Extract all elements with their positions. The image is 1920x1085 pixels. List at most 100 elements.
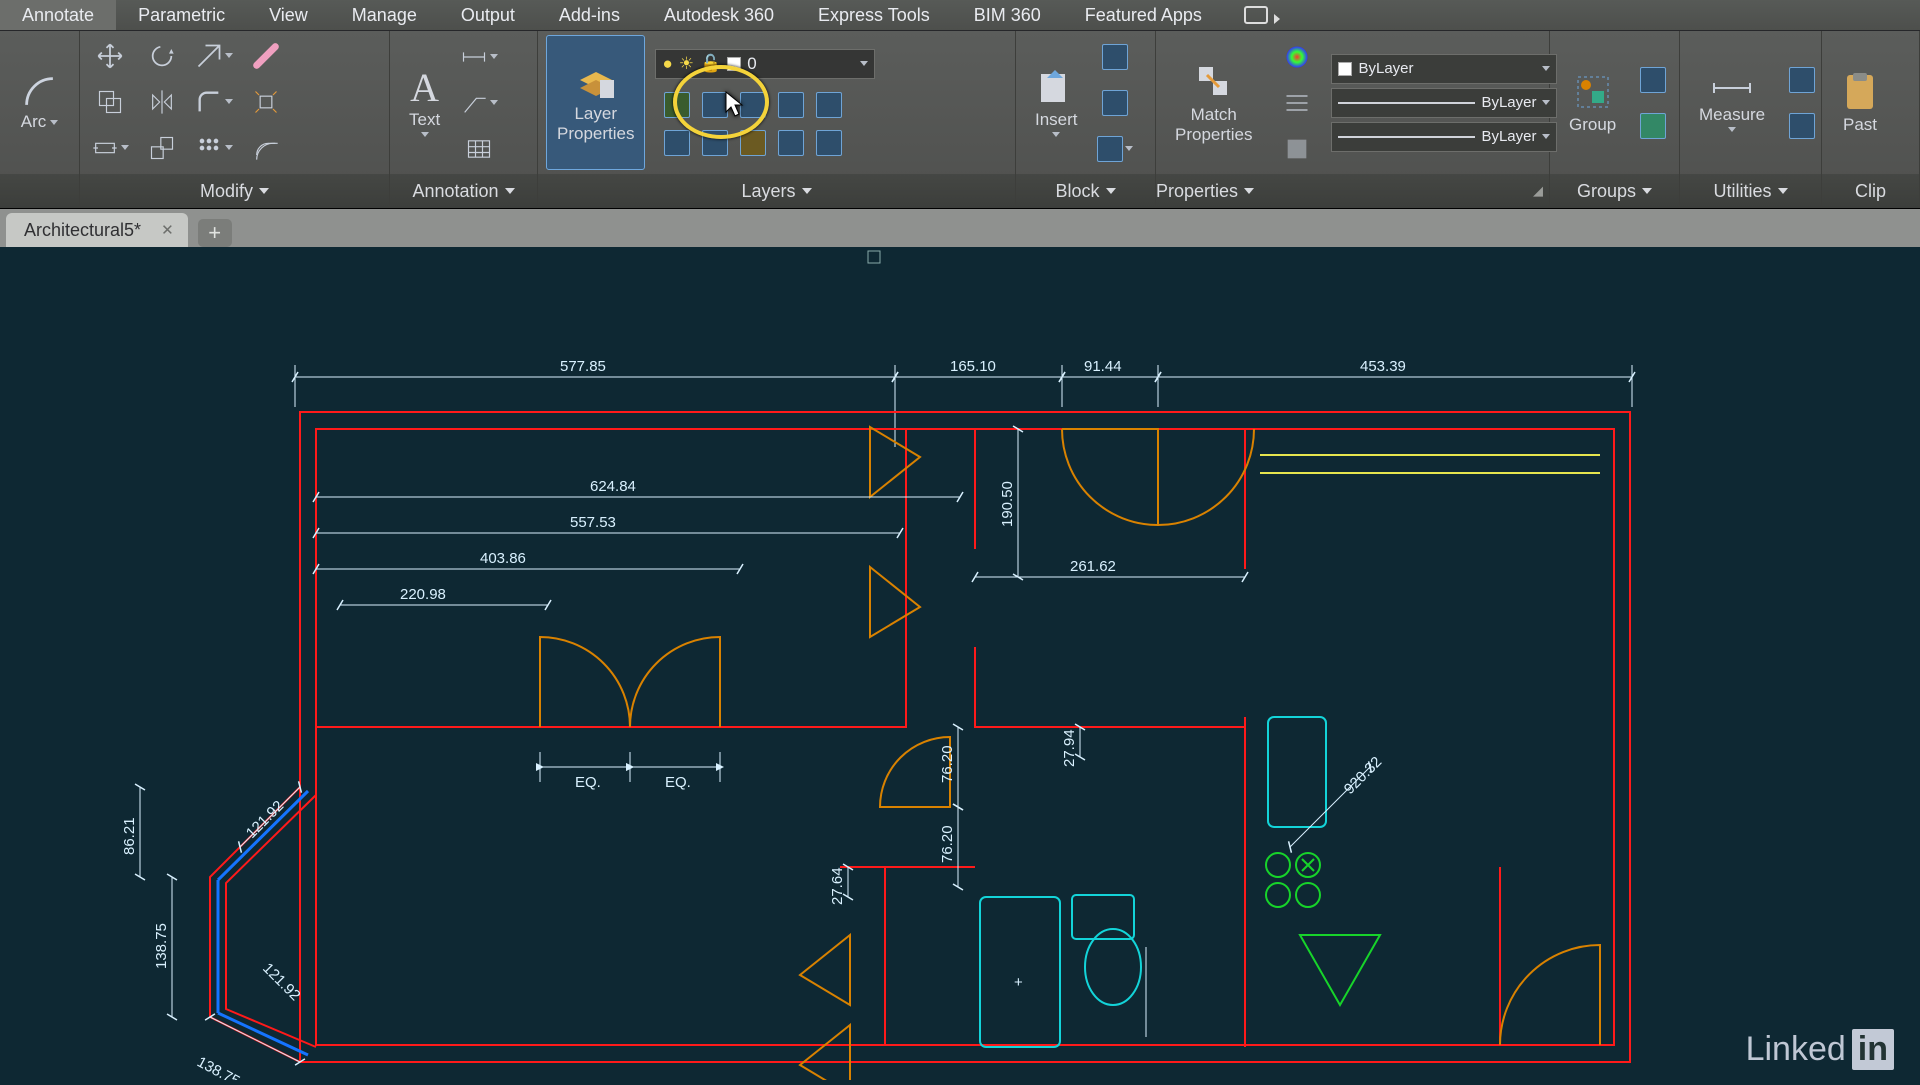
watermark: Linked in [1746,1029,1894,1070]
color-control-icon[interactable] [1275,37,1319,77]
screencast-icon[interactable] [1244,6,1268,24]
dim-577: 577.85 [560,358,606,375]
match-label: Match Properties [1175,105,1252,145]
dim-eq2: EQ. [665,774,691,791]
offset-icon[interactable] [244,128,288,168]
dim-eq1: EQ. [575,774,601,791]
text-button[interactable]: A Text [398,35,451,170]
tab-express[interactable]: Express Tools [796,0,952,30]
leader-icon[interactable] [457,83,501,123]
document-tab[interactable]: Architectural5* ✕ [6,213,188,247]
dim-557: 557.53 [570,514,616,531]
dim-138b: 138.75 [194,1054,243,1080]
dim-121b: 121.92 [259,960,303,1004]
dim-920: 920.32 [1341,753,1385,797]
group-button[interactable]: Group [1558,35,1627,170]
tab-featured[interactable]: Featured Apps [1063,0,1224,30]
transparency-icon[interactable] [1275,129,1319,169]
tub-drain-icon: + [1014,974,1023,991]
dim-138a: 138.75 [153,923,170,969]
panel-modify-title[interactable]: Modify [200,181,253,202]
tab-annotate[interactable]: Annotate [0,0,116,30]
tab-a360[interactable]: Autodesk 360 [642,0,796,30]
dim-453: 453.39 [1360,358,1406,375]
new-tab-button[interactable]: + [198,219,232,247]
panel-groups-title[interactable]: Groups [1577,181,1636,202]
text-label: Text [409,110,440,130]
arc-button[interactable]: Arc [10,35,70,170]
fillet-icon[interactable] [192,82,236,122]
watermark-badge: in [1852,1029,1894,1070]
paste-button[interactable]: Past [1830,35,1890,170]
panel-util-title[interactable]: Utilities [1713,181,1771,202]
dim-220: 220.98 [400,586,446,603]
panel-block: Insert Block [1016,31,1156,208]
panel-clip-title[interactable]: Clip [1855,181,1886,202]
dim-403: 403.86 [480,550,526,567]
bulb-icon: ● [662,54,672,74]
group-label: Group [1569,115,1616,135]
array-icon[interactable] [192,128,236,168]
highlight-ring [673,65,769,139]
layerprops-label: Layer Properties [557,104,634,144]
close-icon[interactable]: ✕ [161,221,174,239]
paste-label: Past [1843,115,1877,135]
layer-properties-button[interactable]: Layer Properties [546,35,645,170]
dimension-icon[interactable] [457,37,501,77]
move-icon[interactable] [88,36,132,76]
ungroup-icon[interactable] [1631,60,1675,100]
panel-clipboard: Past Clip [1822,31,1920,208]
explode-icon[interactable] [244,82,288,122]
tab-bim360[interactable]: BIM 360 [952,0,1063,30]
insert-button[interactable]: Insert [1024,35,1089,170]
quick-calc-icon[interactable] [1780,106,1824,146]
tab-parametric[interactable]: Parametric [116,0,247,30]
document-tab-row: Architectural5* ✕ + [0,209,1920,247]
tab-view[interactable]: View [247,0,330,30]
panel-layers-title[interactable]: Layers [741,181,795,202]
table-icon[interactable] [457,129,501,169]
measure-label: Measure [1699,105,1765,125]
stretch-icon[interactable] [88,128,132,168]
tab-output[interactable]: Output [439,0,537,30]
lineweight-dropdown[interactable]: ByLayer [1331,88,1557,118]
tab-manage[interactable]: Manage [330,0,439,30]
panel-annotation: A Text Annotation [390,31,538,208]
match-properties-button[interactable]: Match Properties [1164,35,1263,170]
measure-button[interactable]: Measure [1688,35,1776,170]
dim-86: 86.21 [121,817,138,855]
group-edit-icon[interactable] [1631,106,1675,146]
panel-layers: Layer Properties ● ☀ 🔓 0 [538,31,1016,208]
panel-annot-title[interactable]: Annotation [412,181,498,202]
tab-addins[interactable]: Add-ins [537,0,642,30]
lw-bylayer: ByLayer [1481,94,1536,111]
layer-states-icon[interactable] [807,123,851,163]
lineweight-icon[interactable] [1275,83,1319,123]
drawing-canvas[interactable]: 577.85 165.10 91.44 453.39 + [0,247,1920,1080]
copy-icon[interactable] [88,82,132,122]
edit-attrib-icon[interactable] [1093,129,1137,169]
panel-properties: Match Properties ByLayer ByLayer ByLayer… [1156,31,1550,208]
panel-block-title[interactable]: Block [1055,181,1099,202]
erase-icon[interactable] [244,36,288,76]
dim-76b: 76.20 [939,825,956,863]
edit-block-icon[interactable] [1093,83,1137,123]
panel-modify: Modify [80,31,390,208]
sun-icon: ☀ [679,54,694,74]
cursor-icon [724,90,744,118]
trim-icon[interactable] [192,36,236,76]
layer-lock-icon[interactable] [807,85,851,125]
arc-label: Arc [21,112,47,132]
color-dropdown[interactable]: ByLayer [1331,54,1557,84]
create-block-icon[interactable] [1093,37,1137,77]
linetype-dropdown[interactable]: ByLayer [1331,122,1557,152]
scale-icon[interactable] [140,128,184,168]
panel-props-title[interactable]: Properties [1156,181,1238,202]
layer-current-name: 0 [747,54,756,74]
rotate-icon[interactable] [140,36,184,76]
ribbon: Arc Modify [0,31,1920,209]
panel-utilities: Measure Utilities [1680,31,1822,208]
mirror-icon[interactable] [140,82,184,122]
select-all-icon[interactable] [1780,60,1824,100]
panel-groups: Group Groups [1550,31,1680,208]
